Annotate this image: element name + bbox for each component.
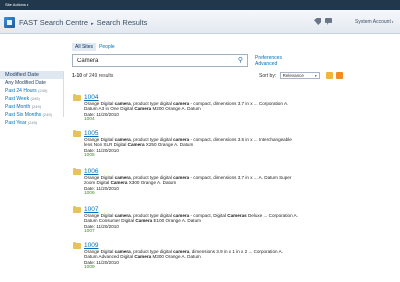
refinement-count: (249) xyxy=(38,88,48,93)
chevron-down-icon: ▾ xyxy=(314,74,317,78)
result-item: 1004 Orange Digital camera, product type… xyxy=(73,93,344,123)
search-input[interactable] xyxy=(73,55,233,66)
ribbon-bar: Site Actions▾ xyxy=(0,0,400,10)
result-title-link[interactable]: 1006 xyxy=(84,168,344,175)
page-title: Search Results xyxy=(96,18,148,27)
refinement-heading: Modified Date xyxy=(0,71,63,79)
refinement-count: (249) xyxy=(31,104,42,109)
social-icons xyxy=(314,18,336,25)
refinement-label: Past 24 Hours xyxy=(5,88,37,94)
folder-icon xyxy=(73,205,81,213)
sort-selected: Relevance xyxy=(282,73,304,78)
chevron-down-icon: ▾ xyxy=(26,3,29,7)
result-total: of 249 results xyxy=(83,73,114,79)
result-item: 1009 Orange Digital camera, product type… xyxy=(73,241,344,271)
sort-select[interactable]: Relevance ▾ xyxy=(279,72,320,79)
result-url: 1006 xyxy=(84,191,95,197)
note-board-icon[interactable] xyxy=(325,18,332,25)
folder-icon xyxy=(73,93,81,101)
search-icon[interactable]: ⚲ xyxy=(238,57,243,65)
advanced-search-link[interactable]: Advanced xyxy=(255,61,282,67)
refinement-label: Past Week xyxy=(5,96,30,102)
breadcrumb-root-link[interactable]: FAST Search Centre xyxy=(19,18,88,27)
alert-me-icon[interactable] xyxy=(326,72,334,79)
result-url: 1005 xyxy=(84,153,95,159)
result-title-link[interactable]: 1005 xyxy=(84,130,344,137)
folder-icon xyxy=(73,241,81,249)
account-label: System Account xyxy=(355,19,391,25)
refinement-count: (249) xyxy=(42,112,52,117)
sort-bar: Sort by: Relevance ▾ xyxy=(259,72,344,79)
result-title-link[interactable]: 1004 xyxy=(84,94,344,101)
rss-icon[interactable] xyxy=(336,72,344,79)
scope-tabs: All Sites People xyxy=(72,43,118,51)
refinement-item-month[interactable]: Past Month (249) xyxy=(0,103,63,111)
result-url: 1009 xyxy=(84,265,95,271)
refinement-item-any[interactable]: Any Modified Date xyxy=(0,79,63,87)
result-range: 1-10 xyxy=(72,73,83,79)
result-url: 1004 xyxy=(84,117,95,123)
result-item: 1006 Orange Digital camera, product type… xyxy=(73,167,344,197)
result-item: 1007 Orange Digital camera, product type… xyxy=(73,205,344,235)
refinement-count: (249) xyxy=(30,96,40,101)
breadcrumb: FAST Search Centre ▸ Search Results xyxy=(19,18,147,27)
refinement-item-six-months[interactable]: Past Six Months (249) xyxy=(0,111,63,119)
result-title-link[interactable]: 1009 xyxy=(84,242,344,249)
refinement-label: Past Year xyxy=(5,120,27,126)
tag-icon[interactable] xyxy=(314,18,321,25)
refinement-item-week[interactable]: Past Week (249) xyxy=(0,95,63,103)
refinement-label: Past Month xyxy=(5,104,31,110)
result-item: 1005 Orange Digital camera, product type… xyxy=(73,129,344,159)
chevron-down-icon: ▾ xyxy=(391,20,394,24)
refinement-count: (249) xyxy=(27,120,38,125)
result-count: 1-10 of 249 results xyxy=(72,73,113,79)
tab-people[interactable]: People xyxy=(96,43,118,51)
result-title-link[interactable]: 1007 xyxy=(84,206,344,213)
refinement-label: Any Modified Date xyxy=(5,80,46,86)
refinement-panel: Modified Date Any Modified Date Past 24 … xyxy=(0,71,64,126)
refinement-label: Past Six Months xyxy=(5,112,42,118)
folder-icon xyxy=(73,167,81,175)
sort-label: Sort by: xyxy=(259,72,277,79)
site-actions-label: Site Actions xyxy=(5,2,26,7)
user-account-menu[interactable]: System Account▾ xyxy=(355,19,393,25)
search-options: Preferences Advanced xyxy=(255,55,282,67)
refinement-item-24h[interactable]: Past 24 Hours (249) xyxy=(0,87,63,95)
breadcrumb-separator-icon: ▸ xyxy=(91,21,94,27)
search-box: ⚲ xyxy=(72,54,248,67)
folder-icon xyxy=(73,129,81,137)
result-url: 1007 xyxy=(84,229,95,235)
site-logo-icon[interactable] xyxy=(4,17,15,28)
tab-all-sites[interactable]: All Sites xyxy=(72,43,97,51)
site-actions-menu[interactable]: Site Actions▾ xyxy=(3,1,30,9)
refinement-item-year[interactable]: Past Year (249) xyxy=(0,119,63,127)
